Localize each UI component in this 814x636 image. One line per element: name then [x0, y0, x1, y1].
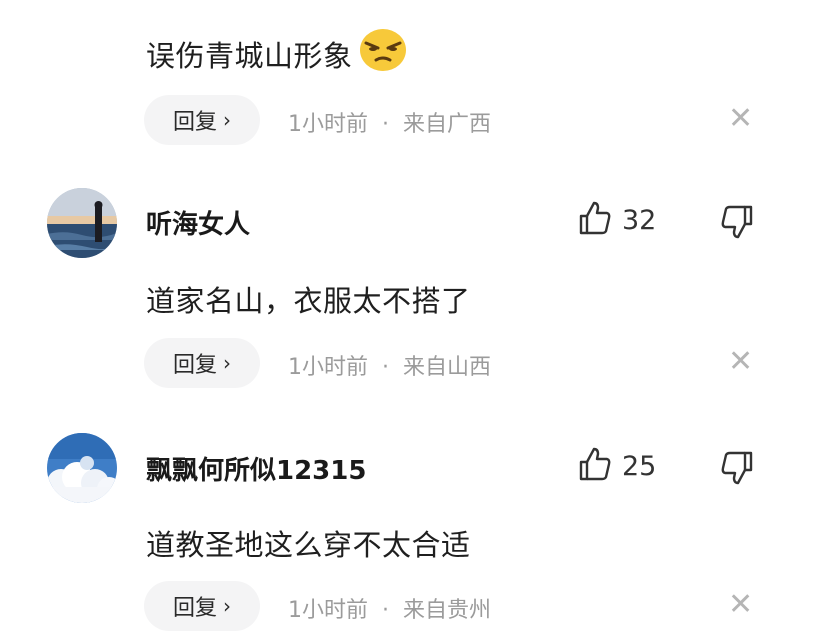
like-count: 25 — [622, 450, 657, 482]
comment-text: 误伤青城山形象 — [146, 28, 407, 79]
reply-button[interactable]: 回复 › — [144, 581, 260, 631]
reply-label: 回复 — [172, 110, 217, 135]
comment-location: 来自山西 — [403, 355, 492, 380]
like-button[interactable]: 32 — [578, 200, 656, 240]
close-icon[interactable]: ✕ — [728, 347, 753, 377]
thumbs-down-icon[interactable] — [720, 204, 754, 244]
like-button[interactable]: 25 — [578, 446, 656, 486]
comment-time: 1小时前 — [288, 598, 368, 623]
comment-text: 道家名山，衣服太不搭了 — [146, 284, 471, 318]
chevron-right-icon: › — [223, 594, 231, 618]
thumbs-up-icon — [578, 200, 612, 240]
comment-meta: 1小时前 · 来自贵州 — [288, 598, 492, 623]
reply-label: 回复 — [172, 596, 217, 621]
close-icon[interactable]: ✕ — [728, 590, 753, 620]
chevron-right-icon: › — [223, 108, 231, 132]
chevron-right-icon: › — [223, 351, 231, 375]
reply-label: 回复 — [172, 353, 217, 378]
comment-location: 来自广西 — [403, 112, 492, 137]
username[interactable]: 听海女人 — [146, 204, 250, 241]
comment-location: 来自贵州 — [403, 598, 492, 623]
like-count: 32 — [622, 204, 657, 236]
comment-meta: 1小时前 · 来自山西 — [288, 355, 492, 380]
username[interactable]: 飘飘何所似12315 — [146, 450, 366, 487]
comment-text: 道教圣地这么穿不太合适 — [146, 528, 471, 562]
comment-text-content: 误伤青城山形象 — [146, 38, 353, 73]
comment-time: 1小时前 — [288, 355, 368, 380]
thumbs-down-icon[interactable] — [720, 450, 754, 490]
close-icon[interactable]: ✕ — [728, 104, 753, 134]
avatar[interactable] — [47, 188, 117, 258]
comment-time: 1小时前 — [288, 112, 368, 137]
reply-button[interactable]: 回复 › — [144, 338, 260, 388]
thumbs-up-icon — [578, 446, 612, 486]
smirk-emoji-icon — [359, 28, 407, 79]
avatar[interactable] — [47, 433, 117, 503]
comment-meta: 1小时前 · 来自广西 — [288, 112, 492, 137]
reply-button[interactable]: 回复 › — [144, 95, 260, 145]
